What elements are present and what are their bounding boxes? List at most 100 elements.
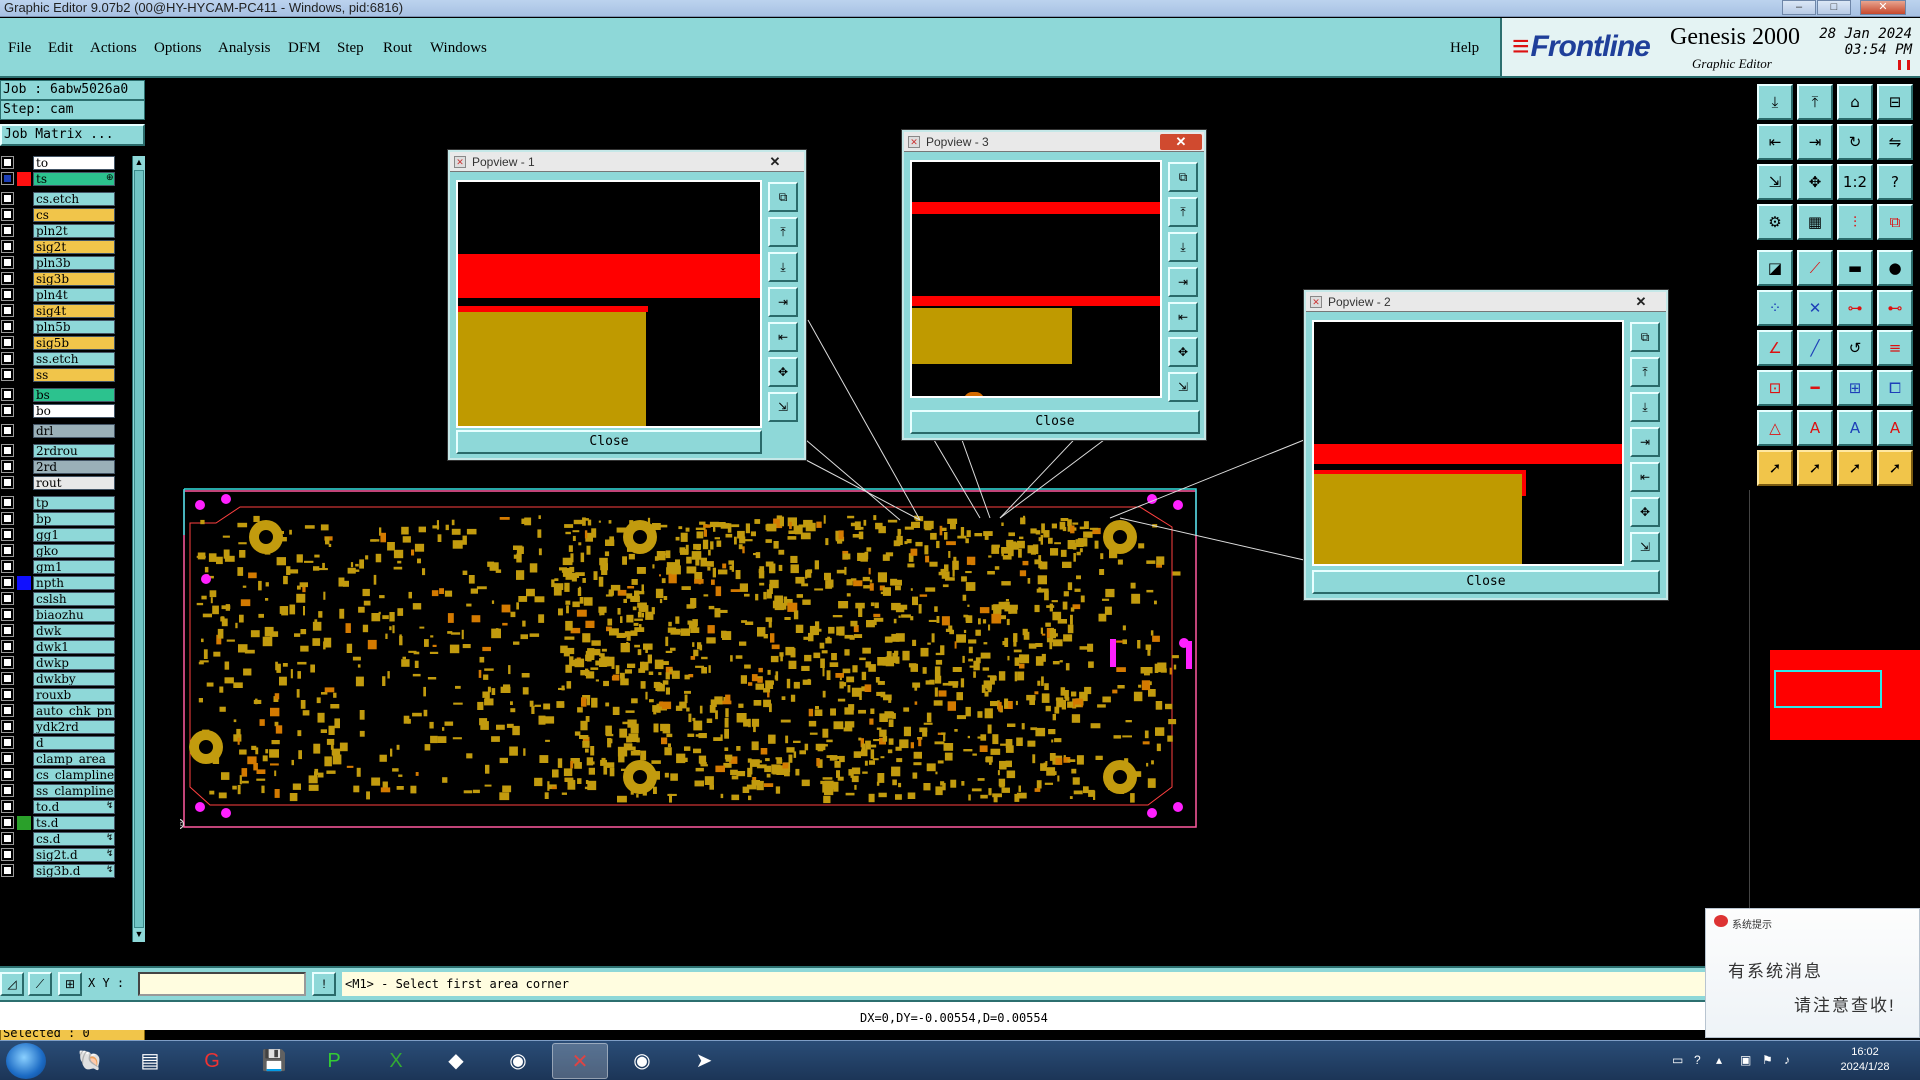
layer-row[interactable]: clamp_area [0,752,132,767]
layer-name[interactable]: sig2t.d [33,848,115,862]
pad-icon[interactable]: ◪ [1757,250,1793,286]
layer-name[interactable]: tp [33,496,115,510]
layer-row[interactable]: cs_clampline [0,768,132,783]
popview-2-close-icon[interactable]: ✕ [1620,294,1662,310]
layer-name[interactable]: dwkp [33,656,115,670]
layer-row[interactable]: cs [0,208,132,223]
layer-name[interactable]: ss [33,368,115,382]
layer-checkbox[interactable] [1,208,14,221]
layer-name[interactable]: auto_chk_pn [33,704,115,718]
layer-checkbox[interactable] [1,672,14,685]
layer-row[interactable]: dwk1 [0,640,132,655]
layer-checkbox[interactable] [1,476,14,489]
maximize-button[interactable]: □ [1817,0,1851,15]
layer-row[interactable]: cslsh [0,592,132,607]
layer-name[interactable]: ss_clampline [33,784,115,798]
layer-checkbox[interactable] [1,352,14,365]
project-app-icon[interactable]: P [306,1043,362,1079]
pan-left-icon[interactable]: ⇤ [1757,124,1793,160]
hline-icon[interactable]: ━ [1797,370,1833,406]
cross-icon[interactable]: ✕ [1797,290,1833,326]
layer-row[interactable]: dwkby [0,672,132,687]
layer-name[interactable]: cs [33,208,115,222]
layer-checkbox[interactable] [1,192,14,205]
layer-checkbox[interactable] [1,832,14,845]
tray-help-icon[interactable]: ? [1694,1053,1701,1067]
tri-c-icon[interactable]: A [1877,410,1913,446]
layer-checkbox[interactable] [1,688,14,701]
popview-2-titlebar[interactable]: ✕ Popview - 2 ✕ [1306,292,1666,312]
layer-name[interactable]: to [33,156,115,170]
tray-volume-icon[interactable]: ♪ [1784,1053,1790,1067]
layer-row[interactable]: ts ⊕ [0,172,132,187]
layer-name[interactable]: ts [33,172,115,186]
scroll-down-icon[interactable]: ▼ [133,928,145,940]
copy-icon[interactable]: ⧠ [1877,370,1913,406]
net-icon[interactable]: ⁘ [1757,290,1793,326]
layer-row[interactable]: gm1 [0,560,132,575]
layer-checkbox[interactable] [1,608,14,621]
layer-row[interactable]: auto_chk_pn [0,704,132,719]
popview-tool-icon[interactable]: ⇲ [1630,532,1660,562]
text-icon[interactable]: ≡ [1877,330,1913,366]
menu-analysis[interactable]: Analysis [218,40,271,57]
split-icon[interactable]: ⊷ [1877,290,1913,326]
pan-right-icon[interactable]: ⇥ [1797,124,1833,160]
layer-checkbox[interactable] [1,560,14,573]
layer-row[interactable]: biaozhu [0,608,132,623]
layer-row[interactable]: 2rd [0,460,132,475]
popview-3-close-button[interactable]: Close [910,410,1200,434]
layer-checkbox[interactable] [1,368,14,381]
layer-name[interactable]: sig5b [33,336,115,350]
layer-name[interactable]: sig2t [33,240,115,254]
layer-checkbox[interactable] [1,460,14,473]
close-window-button[interactable]: ✕ [1860,0,1906,15]
connect-icon[interactable]: ⊶ [1837,290,1873,326]
layer-checkbox[interactable] [1,656,14,669]
layer-checkbox[interactable] [1,424,14,437]
fit-icon[interactable]: ⇲ [1757,164,1793,200]
line-icon[interactable]: ⟋ [1797,250,1833,286]
measure-tool-icon[interactable]: ◿ [0,972,24,996]
layer-name[interactable]: npth [33,576,115,590]
layer-row[interactable]: pln4t [0,288,132,303]
layer-name[interactable]: ydk2rd [33,720,115,734]
layer-row[interactable]: sig3b [0,272,132,287]
popview-1-close-button[interactable]: Close [456,430,762,454]
layer-checkbox[interactable] [1,736,14,749]
popview-tool-icon[interactable]: ⧉ [1168,162,1198,192]
layer-name[interactable]: sig3b.d [33,864,115,878]
select2-icon[interactable]: ➚ [1837,450,1873,486]
slash-icon[interactable]: ╱ [1797,330,1833,366]
layer-checkbox[interactable] [1,172,14,185]
resize-icon[interactable]: ⊞ [1837,370,1873,406]
layer-row[interactable]: pln3b [0,256,132,271]
layer-row[interactable]: gg1 [0,528,132,543]
job-matrix-button[interactable]: Job Matrix ... [0,124,145,146]
popview-1-close-icon[interactable]: ✕ [754,154,796,170]
snap-tool-icon[interactable]: ⟋ [28,972,52,996]
menu-dfm[interactable]: DFM [288,40,321,57]
alert-icon[interactable]: ! [312,972,336,996]
one-to-one[interactable]: 1:2 [1837,164,1873,200]
scroll-up-icon[interactable]: ▲ [133,156,145,168]
layer-row[interactable]: sig4t [0,304,132,319]
layer-checkbox[interactable] [1,496,14,509]
popview-3-canvas[interactable] [910,160,1162,398]
layer-checkbox[interactable] [1,768,14,781]
page-icon[interactable]: ⤒ [1797,84,1833,120]
layer-row[interactable]: drl [0,424,132,439]
tray-expand-icon[interactable]: ▴ [1716,1053,1722,1067]
dash-icon[interactable]: ▬ [1837,250,1873,286]
layer-row[interactable]: ss [0,368,132,383]
layer-checkbox[interactable] [1,156,14,169]
layer-name[interactable]: cs.etch [33,192,115,206]
layer-row[interactable]: pln5b [0,320,132,335]
center-icon[interactable]: ✥ [1797,164,1833,200]
layer-checkbox[interactable] [1,752,14,765]
layer-name[interactable]: 2rdrou [33,444,115,458]
layer-name[interactable]: pln5b [33,320,115,334]
layer-name[interactable]: dwk1 [33,640,115,654]
start-button[interactable] [6,1043,46,1079]
popview-tool-icon[interactable]: ⤒ [768,217,798,247]
